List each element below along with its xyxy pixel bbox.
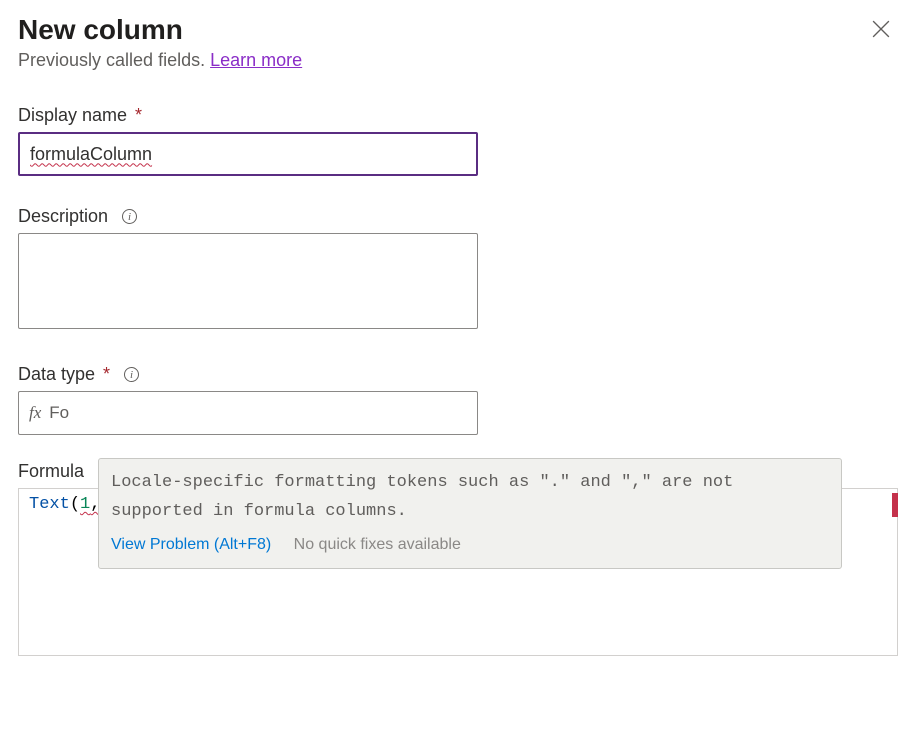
formula-token-fn: Text — [29, 495, 70, 514]
data-type-label: Data type * i — [18, 364, 898, 385]
data-type-select[interactable]: fx Fo — [18, 391, 478, 435]
description-label-text: Description — [18, 206, 108, 227]
fx-icon: fx — [29, 403, 41, 423]
info-icon[interactable]: i — [122, 209, 137, 224]
info-icon[interactable]: i — [124, 367, 139, 382]
required-marker: * — [103, 364, 110, 385]
panel-subtitle: Previously called fields. Learn more — [18, 50, 302, 71]
data-type-label-text: Data type — [18, 364, 95, 385]
subtitle-text: Previously called fields. — [18, 50, 210, 70]
panel-title: New column — [18, 14, 302, 46]
no-fixes-text: No quick fixes available — [294, 536, 461, 553]
error-marker — [892, 493, 898, 517]
close-button[interactable] — [872, 20, 892, 40]
formula-token-open: ( — [70, 495, 80, 514]
error-tooltip: Locale-specific formatting tokens such a… — [98, 458, 842, 569]
data-type-value: Fo — [49, 403, 69, 423]
description-input[interactable] — [18, 233, 478, 329]
display-name-input[interactable]: formulaColumn — [18, 132, 478, 176]
display-name-value: formulaColumn — [30, 144, 152, 165]
close-icon — [872, 20, 890, 38]
tooltip-message: Locale-specific formatting tokens such a… — [111, 469, 829, 527]
formula-token-num: 1 — [80, 495, 90, 514]
formula-label-text: Formula — [18, 461, 84, 482]
view-problem-link[interactable]: View Problem (Alt+F8) — [111, 536, 271, 553]
display-name-label: Display name * — [18, 105, 898, 126]
required-marker: * — [135, 105, 142, 126]
display-name-label-text: Display name — [18, 105, 127, 126]
description-label: Description i — [18, 206, 898, 227]
learn-more-link[interactable]: Learn more — [210, 50, 302, 70]
